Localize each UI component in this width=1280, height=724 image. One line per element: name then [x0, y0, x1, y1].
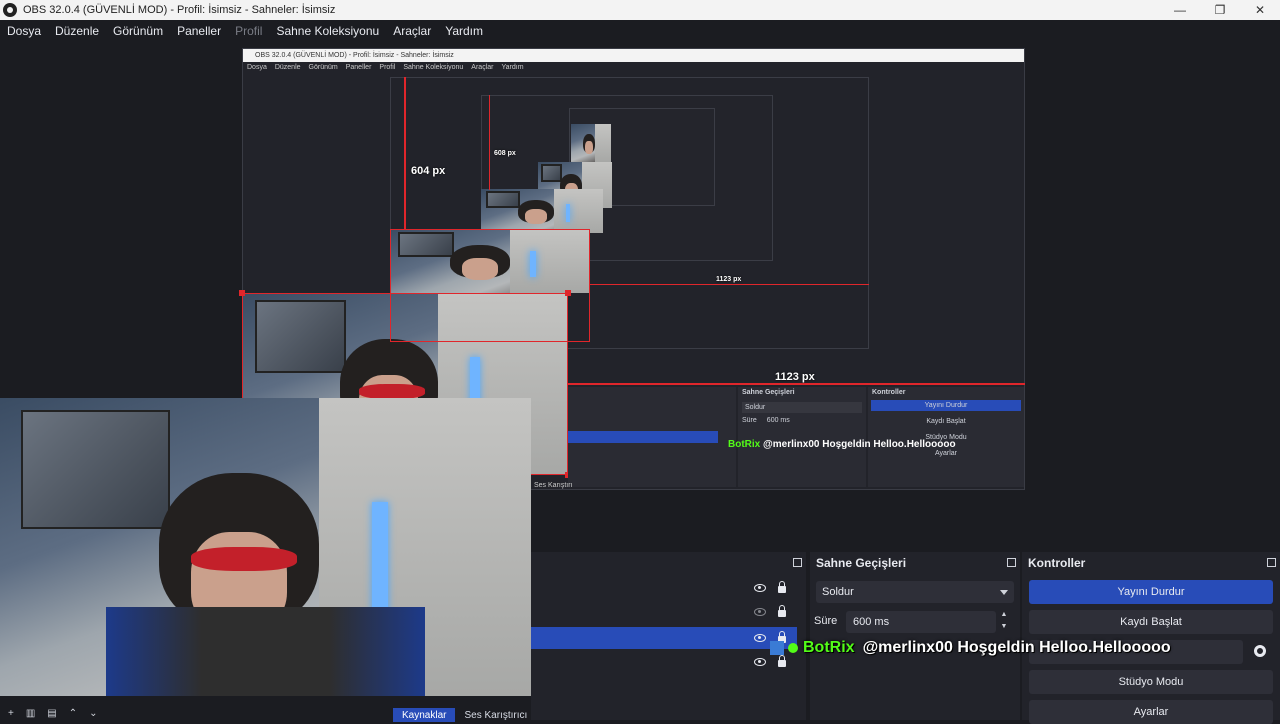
guide-line-vertical-2 [489, 95, 490, 190]
mini-mixer-tab: Ses Karıştırı [534, 482, 573, 489]
undock-icon[interactable] [1267, 558, 1276, 567]
mini-transition-select: Soldur [742, 402, 862, 413]
controls-title: Kontroller [1028, 556, 1086, 570]
spin-up-icon[interactable]: ▲ [998, 611, 1010, 621]
close-button[interactable]: ✕ [1240, 0, 1280, 20]
mini-menu-bar: Dosya Düzenle Görünüm Paneller Profil Sa… [243, 62, 1024, 73]
mini-controls-title: Kontroller [872, 389, 906, 396]
mini-window-title: OBS 32.0.4 (GÜVENLİ MOD) - Profil: İsims… [243, 49, 1024, 62]
mini-menu-edit: Düzenle [274, 64, 301, 71]
mini-sources-dock: Ses Karıştırı [534, 387, 736, 489]
guide-line-vertical [404, 77, 406, 229]
bot-badge-icon [770, 641, 784, 655]
transitions-dock: Sahne Geçişleri [810, 552, 1020, 720]
studio-mode-button[interactable]: Stüdyo Modu [1029, 670, 1273, 694]
mini-transitions-dock: Sahne Geçişleri Soldur Süre 600 ms [738, 387, 866, 487]
mini-menu-file: Dosya [247, 64, 267, 71]
source-row[interactable] [531, 577, 797, 599]
source-row[interactable] [531, 651, 797, 673]
controls-dock: Kontroller [1022, 552, 1280, 720]
measure-label-1123: 1123 px [775, 371, 815, 383]
window-titlebar: OBS 32.0.4 (GÜVENLİ MOD) - Profil: İsims… [0, 0, 1280, 20]
move-down-icon[interactable]: ⌄ [89, 708, 97, 720]
nested-selection-box [390, 229, 590, 342]
transitions-title: Sahne Geçişleri [816, 556, 907, 570]
menu-tools[interactable]: Araçlar [386, 24, 438, 38]
window-title: OBS 32.0.4 (GÜVENLİ MOD) - Profil: İsims… [23, 4, 336, 16]
mini-chat-message: @merlinx00 Hoşgeldin Helloo.Hellooooo [763, 439, 956, 450]
stop-stream-button[interactable]: Yayını Durdur [1029, 580, 1273, 604]
lock-icon[interactable] [778, 605, 786, 617]
mini-menu-tools: Araçlar [471, 64, 494, 71]
guide-line-horizontal [568, 383, 1025, 385]
mini-chat-overlay: BotRix @merlinx00 Hoşgeldin Helloo.Hello… [728, 439, 956, 450]
mini-start-record-button: Kaydı Başlat [926, 418, 966, 425]
lock-icon[interactable] [778, 581, 786, 593]
menu-scene-collection[interactable]: Sahne Koleksiyonu [269, 24, 386, 38]
menu-bar: Dosya Düzenle Görünüm Paneller Profil Sa… [0, 20, 1280, 42]
visibility-eye-icon[interactable] [754, 634, 766, 642]
trash-icon[interactable]: ▥ [26, 708, 35, 720]
menu-docks[interactable]: Paneller [170, 24, 228, 38]
mini-chat-user: BotRix [728, 439, 761, 450]
visibility-eye-icon[interactable] [754, 658, 766, 666]
menu-file[interactable]: Dosya [0, 24, 48, 38]
undock-icon[interactable] [1007, 558, 1016, 567]
move-up-icon[interactable]: ⌃ [69, 708, 77, 720]
webcam-overlay [0, 398, 531, 696]
properties-icon[interactable]: ▤ [47, 708, 56, 720]
menu-edit[interactable]: Düzenle [48, 24, 106, 38]
menu-profile: Profil [235, 24, 263, 38]
mini-stop-stream-button: Yayını Durdur [871, 400, 1021, 411]
lock-icon[interactable] [778, 655, 786, 667]
add-icon[interactable]: + [8, 708, 14, 720]
source-row-selected[interactable] [531, 627, 797, 649]
chat-overlay: BotRix @merlinx00 Hoşgeldin Helloo.Hello… [770, 637, 1171, 659]
transition-selected-value: Soldur [822, 586, 854, 598]
gear-icon[interactable] [1254, 645, 1266, 657]
duration-label: Süre [814, 615, 838, 627]
settings-button[interactable]: Ayarlar [1029, 700, 1273, 724]
mini-menu-docks: Paneller [345, 64, 372, 71]
measure-label-1123-small: 1123 px [716, 276, 742, 283]
mini-menu-help: Yardım [501, 64, 524, 71]
spin-down-icon[interactable]: ▼ [998, 623, 1010, 633]
transition-select[interactable]: Soldur [816, 581, 1014, 603]
obs-logo-icon [3, 3, 17, 17]
mini-duration-label: Süre [742, 417, 757, 424]
measure-label-608: 608 px [494, 150, 516, 157]
chevron-down-icon [1000, 590, 1008, 595]
sources-toolbar: + ▥ ▤ ⌃ ⌄ [0, 708, 140, 720]
visibility-eye-off-icon[interactable] [754, 608, 766, 616]
start-record-button[interactable]: Kaydı Başlat [1029, 610, 1273, 634]
chat-message: @merlinx00 Hoşgeldin Helloo.Hellooooo [862, 639, 1171, 656]
mini-menu-view: Görünüm [308, 64, 338, 71]
source-row[interactable] [531, 601, 797, 623]
verified-check-icon [788, 643, 798, 653]
mini-controls-dock: Kontroller Yayını Durdur Kaydı Başlat St… [868, 387, 1024, 487]
mini-transitions-title: Sahne Geçişleri [742, 389, 795, 396]
maximize-button[interactable]: ❐ [1200, 0, 1240, 20]
undock-icon[interactable] [793, 558, 802, 567]
mini-duration-value: 600 ms [766, 417, 790, 424]
measure-label-604: 604 px [411, 165, 446, 177]
nested-webcam-small [571, 124, 611, 162]
menu-help[interactable]: Yardım [438, 24, 490, 38]
chat-user: BotRix [803, 639, 855, 656]
mini-menu-scene-collection: Sahne Koleksiyonu [403, 64, 464, 71]
minimize-button[interactable]: — [1160, 0, 1200, 20]
mini-menu-profile: Profil [379, 64, 396, 71]
nested-webcam-3 [481, 189, 603, 233]
menu-view[interactable]: Görünüm [106, 24, 170, 38]
guide-line-horizontal-2 [590, 284, 869, 285]
duration-input[interactable]: 600 ms [846, 611, 996, 633]
visibility-eye-icon[interactable] [754, 584, 766, 592]
